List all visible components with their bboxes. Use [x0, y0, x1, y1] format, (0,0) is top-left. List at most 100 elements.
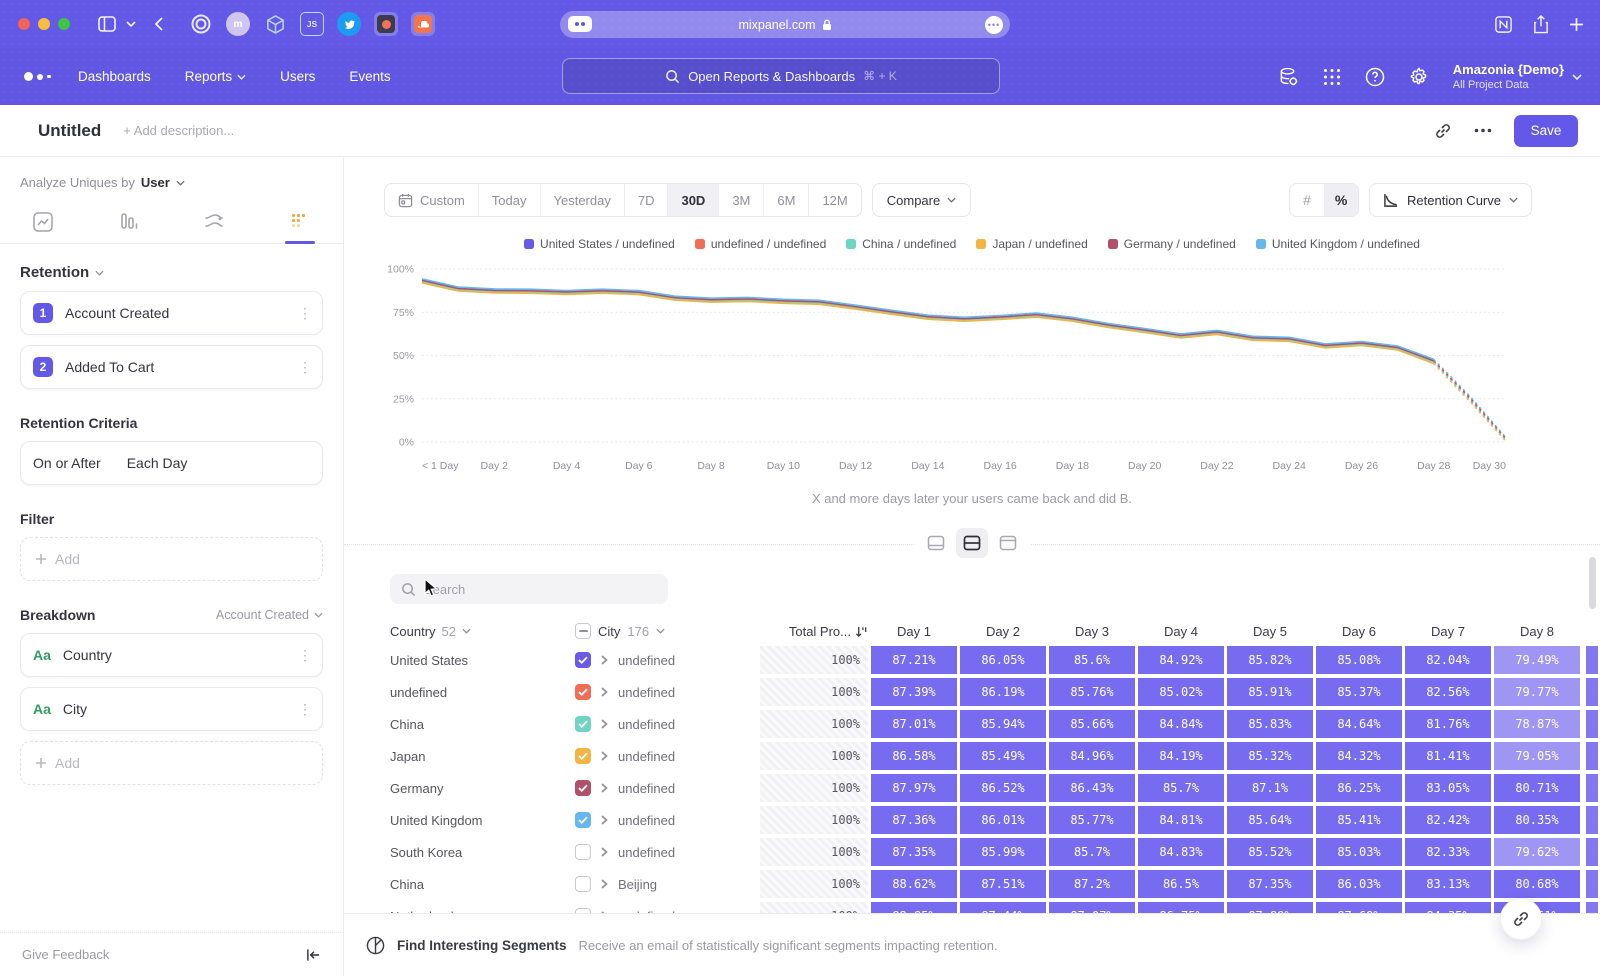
- retention-cell[interactable]: 87.35%: [1227, 870, 1313, 898]
- retention-cell[interactable]: 79.05%: [1494, 742, 1580, 770]
- retention-cell[interactable]: 79.62%: [1494, 838, 1580, 866]
- expand-row-icon[interactable]: [600, 750, 609, 762]
- retention-cell[interactable]: 85.99%: [960, 838, 1046, 866]
- retention-cell[interactable]: 87.01%: [871, 710, 957, 738]
- retention-cell[interactable]: 85.41%: [1316, 806, 1402, 834]
- city-cell[interactable]: Beijing: [618, 877, 657, 892]
- legend-item[interactable]: undefined / undefined: [695, 237, 826, 251]
- retention-cell[interactable]: 85.91%: [1227, 678, 1313, 706]
- retention-cell[interactable]: 80.35%: [1494, 806, 1580, 834]
- more-options-icon[interactable]: [1474, 128, 1492, 133]
- global-search[interactable]: Open Reports & Dashboards ⌘ + K: [562, 58, 1000, 94]
- retention-cell[interactable]: 81.41%: [1405, 742, 1491, 770]
- retention-cell[interactable]: 85.82%: [1227, 646, 1313, 674]
- retention-cell[interactable]: 86.43%: [1049, 774, 1135, 802]
- nav-link-events[interactable]: Events: [349, 69, 390, 84]
- add-filter-button[interactable]: Add: [20, 537, 323, 581]
- legend-item[interactable]: China / undefined: [846, 237, 956, 251]
- country-column-header[interactable]: Country 52: [390, 624, 575, 639]
- retention-cell[interactable]: 87.36%: [871, 806, 957, 834]
- retention-cell[interactable]: 85.02%: [1138, 678, 1224, 706]
- row-checkbox[interactable]: [575, 844, 591, 860]
- address-bar[interactable]: mixpanel.com •••: [560, 11, 1010, 38]
- select-all-checkbox[interactable]: [575, 623, 591, 639]
- city-cell[interactable]: undefined: [618, 685, 675, 700]
- retention-cell[interactable]: 86.25%: [1316, 774, 1402, 802]
- mixpanel-logo[interactable]: [24, 72, 60, 81]
- day-column-header[interactable]: Day 4: [1138, 624, 1224, 639]
- city-cell[interactable]: undefined: [618, 749, 675, 764]
- retention-cell[interactable]: 85.49%: [960, 742, 1046, 770]
- breakdown-options-icon[interactable]: ⋮: [298, 707, 310, 711]
- criteria-on-or-after[interactable]: On or After: [33, 455, 101, 471]
- row-checkbox[interactable]: [575, 748, 591, 764]
- breakdown-item-country[interactable]: Aa Country ⋮: [20, 633, 323, 677]
- expand-row-icon[interactable]: [600, 814, 609, 826]
- retention-cell[interactable]: 83.05%: [1405, 774, 1491, 802]
- legend-item[interactable]: United States / undefined: [524, 237, 675, 251]
- sidebar-toggle-icon[interactable]: [98, 16, 116, 32]
- country-cell[interactable]: United Kingdom: [390, 813, 575, 828]
- retention-cell[interactable]: 80.68%: [1494, 870, 1580, 898]
- country-cell[interactable]: Japan: [390, 749, 575, 764]
- retention-cell[interactable]: 86.58%: [871, 742, 957, 770]
- retention-cell[interactable]: 85.64%: [1227, 806, 1313, 834]
- country-cell[interactable]: China: [390, 877, 575, 892]
- retention-cell[interactable]: 87.1%: [1227, 774, 1313, 802]
- retention-cell[interactable]: 82.56%: [1405, 678, 1491, 706]
- give-feedback-link[interactable]: Give Feedback: [22, 947, 109, 962]
- row-checkbox[interactable]: [575, 652, 591, 668]
- tab-flows[interactable]: [172, 211, 258, 243]
- retention-cell[interactable]: 85.7%: [1138, 774, 1224, 802]
- collapse-sidebar-icon[interactable]: [306, 948, 321, 962]
- retention-cell[interactable]: 86.01%: [960, 806, 1046, 834]
- project-selector[interactable]: Amazonia {Demo} All Project Data: [1453, 62, 1582, 90]
- percent-toggle[interactable]: %: [1324, 184, 1358, 216]
- row-checkbox[interactable]: [575, 876, 591, 892]
- onepassword-icon[interactable]: [189, 12, 213, 36]
- range-3m[interactable]: 3M: [719, 184, 764, 216]
- retention-cell[interactable]: 82.42%: [1405, 806, 1491, 834]
- retention-cell[interactable]: 84.81%: [1138, 806, 1224, 834]
- retention-cell[interactable]: 83.13%: [1405, 870, 1491, 898]
- close-window-button[interactable]: [18, 18, 30, 30]
- retention-cell[interactable]: 87.35%: [871, 838, 957, 866]
- segments-title[interactable]: Find Interesting Segments: [397, 938, 567, 953]
- legend-item[interactable]: Germany / undefined: [1108, 237, 1236, 251]
- nav-link-reports[interactable]: Reports: [185, 69, 246, 84]
- retention-cell[interactable]: 85.83%: [1227, 710, 1313, 738]
- split-view-button[interactable]: [956, 528, 988, 558]
- retention-cell[interactable]: 84.32%: [1316, 742, 1402, 770]
- retention-cell[interactable]: 85.32%: [1227, 742, 1313, 770]
- range-6m[interactable]: 6M: [764, 184, 809, 216]
- criteria-each-day[interactable]: Each Day: [127, 455, 310, 471]
- country-cell[interactable]: undefined: [390, 685, 575, 700]
- row-checkbox[interactable]: [575, 684, 591, 700]
- country-cell[interactable]: Germany: [390, 781, 575, 796]
- data-management-icon[interactable]: [1278, 66, 1299, 87]
- retention-step-1[interactable]: 1 Account Created ⋮: [20, 291, 323, 335]
- city-cell[interactable]: undefined: [618, 717, 675, 732]
- range-yesterday[interactable]: Yesterday: [541, 184, 625, 216]
- tab-insights[interactable]: [0, 211, 86, 243]
- legend-item[interactable]: United Kingdom / undefined: [1256, 237, 1420, 251]
- help-icon[interactable]: [1365, 67, 1385, 87]
- copy-link-icon[interactable]: [1434, 122, 1452, 140]
- total-column-header[interactable]: Total Pro...: [760, 624, 868, 639]
- row-checkbox[interactable]: [575, 812, 591, 828]
- criteria-card[interactable]: On or After Each Day: [20, 441, 323, 485]
- city-column-header[interactable]: City 176: [575, 623, 760, 639]
- share-icon[interactable]: [1533, 15, 1549, 34]
- breakdown-item-city[interactable]: Aa City ⋮: [20, 687, 323, 731]
- day-column-header[interactable]: Day 5: [1227, 624, 1313, 639]
- compare-button[interactable]: Compare: [872, 183, 971, 217]
- nav-link-dashboards[interactable]: Dashboards: [78, 69, 151, 84]
- day-column-header[interactable]: Day 8: [1494, 624, 1580, 639]
- retention-cell[interactable]: 85.6%: [1049, 646, 1135, 674]
- window-controls[interactable]: [18, 18, 70, 30]
- retention-cell[interactable]: 85.37%: [1316, 678, 1402, 706]
- add-breakdown-button[interactable]: Add: [20, 741, 323, 785]
- retention-cell[interactable]: 86.05%: [960, 646, 1046, 674]
- retention-cell[interactable]: 87.2%: [1049, 870, 1135, 898]
- soundcloud-icon[interactable]: [411, 12, 435, 36]
